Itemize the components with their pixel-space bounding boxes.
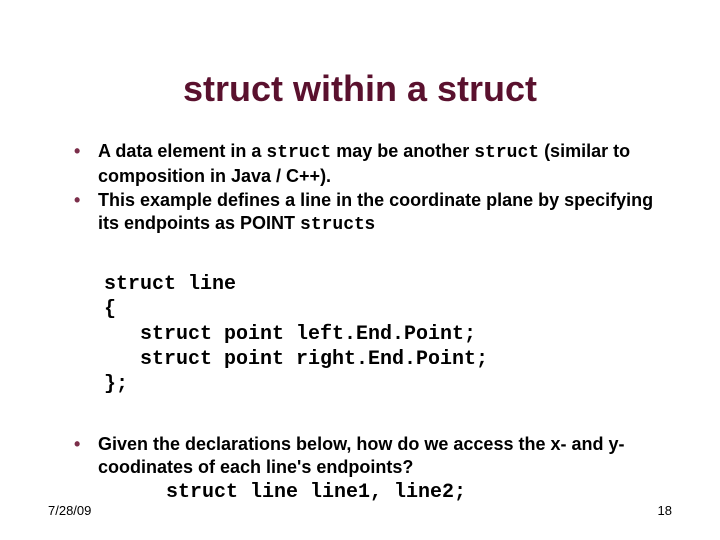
bullet-1-text-b: may be another — [331, 141, 474, 161]
bullet-2-mono: struct — [300, 215, 365, 235]
slide-title: struct within a struct — [0, 68, 720, 110]
footer-page-number: 18 — [658, 503, 672, 518]
bullet-1-text-a: A data element in a — [98, 141, 266, 161]
code-block: struct line { struct point left.End.Poin… — [104, 272, 660, 397]
footer-date: 7/28/09 — [48, 503, 91, 518]
slide-body: A data element in a struct may be anothe… — [70, 140, 660, 508]
bullet-1-mono-a: struct — [266, 143, 331, 163]
slide: struct within a struct A data element in… — [0, 0, 720, 540]
bullet-1: A data element in a struct may be anothe… — [70, 140, 660, 187]
bullet-2-text-a: This example defines a line in the coord… — [98, 190, 653, 233]
bullet-3-text: Given the declarations below, how do we … — [98, 434, 624, 477]
bullet-2: This example defines a line in the coord… — [70, 189, 660, 236]
bullet-3: Given the declarations below, how do we … — [70, 433, 660, 506]
bullet-3-code: struct line line1, line2; — [98, 480, 660, 506]
bullet-list-top: A data element in a struct may be anothe… — [70, 140, 660, 236]
bullet-1-mono-b: struct — [474, 143, 539, 163]
bullet-2-suffix: s — [365, 213, 375, 233]
bullet-list-bottom: Given the declarations below, how do we … — [70, 433, 660, 506]
